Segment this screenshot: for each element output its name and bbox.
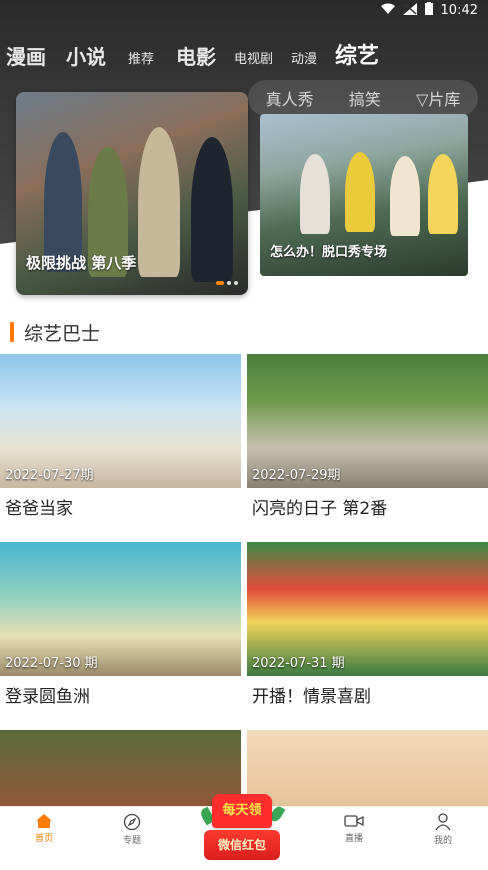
signal-icon: [402, 2, 417, 19]
list-item[interactable]: 2022-07-29期 闪亮的日子 第2番: [247, 354, 488, 519]
subtab-funny[interactable]: 搞笑: [349, 86, 381, 110]
episode-date: 2022-07-30 期: [5, 656, 98, 671]
subtab-library[interactable]: ▽片库: [416, 86, 460, 110]
item-title: 闪亮的日子 第2番: [252, 499, 388, 519]
wifi-icon: [380, 3, 395, 19]
person-icon: [435, 813, 451, 831]
nav-topics[interactable]: 专题: [102, 813, 162, 846]
banner-person: [138, 127, 180, 277]
compass-icon: [123, 813, 141, 831]
subtab-reality[interactable]: 真人秀: [266, 86, 314, 110]
banner-person: [390, 156, 420, 236]
red-packet-top-label: 每天领: [212, 794, 272, 828]
banner-person: [428, 154, 458, 234]
list-item[interactable]: 2022-07-27期 爸爸当家: [0, 354, 241, 519]
banner-main-card[interactable]: 极限挑战 第八季: [16, 92, 248, 295]
list-item[interactable]: 2022-07-31 期 开播！情景喜剧: [247, 542, 488, 707]
thumbnail: 2022-07-30 期: [0, 542, 241, 676]
nav-mine[interactable]: 我的: [413, 813, 473, 846]
status-time: 10:42: [440, 3, 478, 18]
item-title: 登录圆鱼洲: [5, 687, 90, 707]
sub-tabs: 真人秀 搞笑 ▽片库: [248, 80, 478, 116]
episode-date: 2022-07-27期: [5, 468, 94, 483]
status-bar: 10:42: [0, 0, 488, 20]
nav-mine-label: 我的: [433, 836, 452, 846]
carousel-indicator: [216, 281, 238, 285]
wechat-red-packet[interactable]: 每天领 微信红包: [198, 794, 286, 866]
nav-home-label: 首页: [34, 834, 53, 844]
item-title: 爸爸当家: [5, 499, 73, 519]
tab-movie[interactable]: 电影: [176, 41, 216, 70]
banner-person: [191, 137, 233, 282]
banner-side-title: 怎么办！脱口秀专场: [270, 245, 388, 260]
section-title: 综艺巴士: [24, 322, 101, 345]
tab-variety[interactable]: 综艺: [335, 38, 379, 70]
episode-date: 2022-07-31 期: [252, 656, 345, 671]
tab-anime[interactable]: 动漫: [291, 48, 317, 67]
banner-person: [345, 152, 375, 232]
section-header: 综艺巴士: [10, 318, 100, 346]
category-tabs: 漫画 小说 推荐 电影 电视剧 动漫 综艺: [0, 30, 488, 70]
thumbnail: 2022-07-31 期: [247, 542, 488, 676]
nav-topics-label: 专题: [122, 836, 141, 846]
episode-date: 2022-07-29期: [252, 468, 341, 483]
thumbnail: 2022-07-29期: [247, 354, 488, 488]
tab-novel[interactable]: 小说: [66, 41, 106, 70]
red-packet-bottom-label: 微信红包: [204, 830, 280, 860]
nav-live[interactable]: 直播: [324, 813, 384, 844]
banner-side-card[interactable]: 怎么办！脱口秀专场: [260, 114, 468, 276]
banner-person: [300, 154, 330, 234]
thumbnail: 2022-07-27期: [0, 354, 241, 488]
tab-recommend[interactable]: 推荐: [128, 48, 154, 67]
list-item[interactable]: 2022-07-30 期 登录圆鱼洲: [0, 542, 241, 707]
nav-home[interactable]: 首页: [14, 813, 74, 844]
battery-icon: [424, 2, 433, 19]
banner-person: [44, 132, 82, 272]
section-accent-bar: [10, 322, 14, 342]
tab-tv-series[interactable]: 电视剧: [234, 48, 273, 67]
nav-live-label: 直播: [344, 834, 363, 844]
tab-manhua[interactable]: 漫画: [6, 41, 46, 70]
banner-main-title: 极限挑战 第八季: [26, 254, 137, 272]
video-camera-icon: [344, 815, 364, 827]
item-title: 开播！情景喜剧: [252, 687, 371, 707]
home-icon: [36, 814, 52, 828]
